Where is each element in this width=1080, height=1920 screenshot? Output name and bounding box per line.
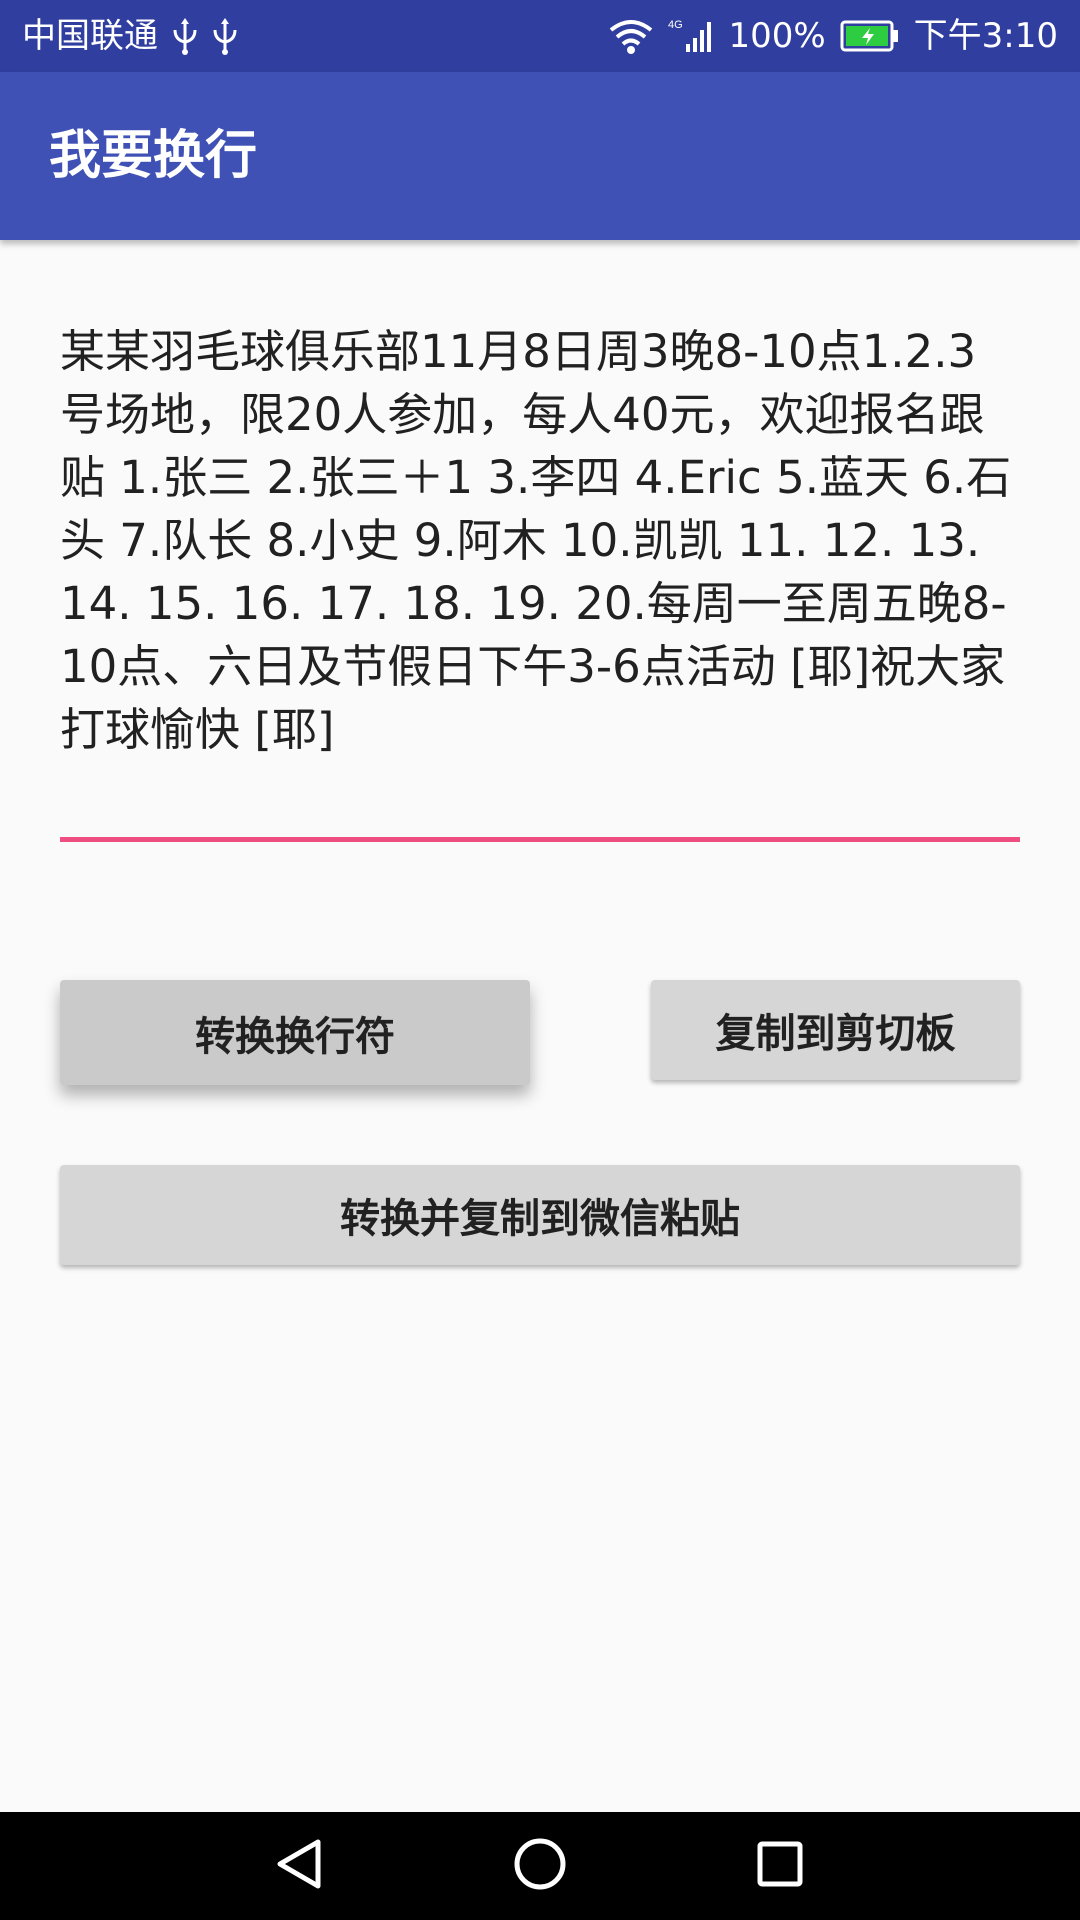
status-bar: 中国联通 4G 100% 下午3:10 <box>0 0 1080 72</box>
network-type-label: 4G <box>668 19 683 31</box>
message-edit-text[interactable]: 某某羽毛球俱乐部11月8日周3晚8-10点1.2.3号场地，限20人参加，每人4… <box>60 320 1020 761</box>
home-icon <box>512 1836 568 1896</box>
convert-newline-button-label: 转换换行符 <box>195 1013 395 1060</box>
usb-icon <box>212 16 238 56</box>
status-right: 4G 100% 下午3:10 <box>608 0 1058 72</box>
edit-text-underline <box>60 837 1020 842</box>
wifi-icon <box>608 16 654 56</box>
battery-percent: 100% <box>728 16 826 56</box>
screen: 中国联通 4G 100% 下午3:10 我要换行 某某羽毛球俱乐部11月8日周3… <box>0 0 1080 1920</box>
clock: 下午3:10 <box>913 16 1058 56</box>
battery-icon <box>840 19 900 53</box>
back-button[interactable] <box>230 1812 370 1920</box>
message-edit-text-content[interactable]: 某某羽毛球俱乐部11月8日周3晚8-10点1.2.3号场地，限20人参加，每人4… <box>60 320 1020 761</box>
carrier-label: 中国联通 <box>22 16 158 56</box>
recent-apps-button[interactable] <box>710 1812 850 1920</box>
navigation-bar <box>0 1812 1080 1920</box>
home-button[interactable] <box>470 1812 610 1920</box>
back-icon <box>272 1836 328 1896</box>
copy-to-clipboard-button[interactable]: 复制到剪切板 <box>651 980 1020 1080</box>
copy-to-clipboard-button-label: 复制到剪切板 <box>715 1011 956 1057</box>
convert-and-copy-wechat-button-label: 转换并复制到微信粘贴 <box>340 1196 740 1242</box>
app-bar: 我要换行 <box>0 72 1080 240</box>
status-left: 中国联通 <box>22 0 238 72</box>
convert-newline-button[interactable]: 转换换行符 <box>60 980 530 1085</box>
usb-icon <box>172 16 198 56</box>
recent-apps-icon <box>752 1836 808 1896</box>
convert-and-copy-wechat-button[interactable]: 转换并复制到微信粘贴 <box>60 1165 1020 1265</box>
signal-icon: 4G <box>668 16 714 56</box>
app-title: 我要换行 <box>49 126 258 186</box>
